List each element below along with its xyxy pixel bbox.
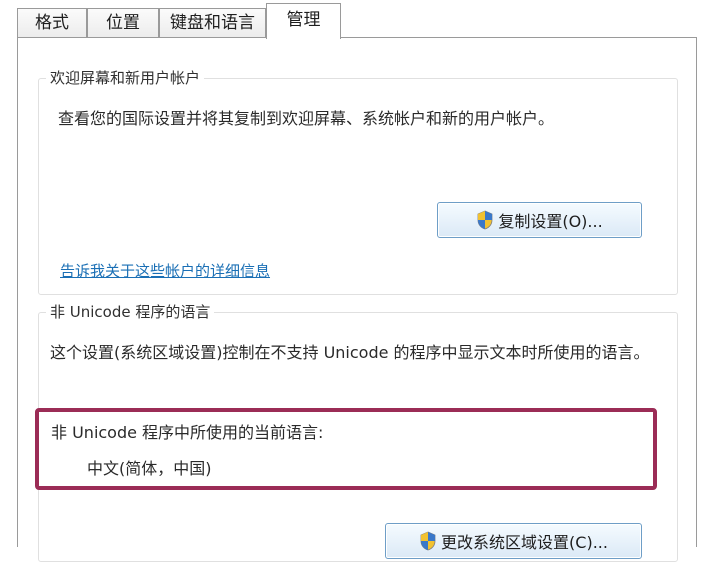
change-system-locale-button[interactable]: 更改系统区域设置(C)... [385, 523, 642, 559]
uac-shield-icon [420, 531, 436, 551]
tab-administrative[interactable]: 管理 [266, 3, 341, 39]
current-language-label: 非 Unicode 程序中所使用的当前语言: [51, 423, 324, 442]
copy-settings-label: 复制设置(O)... [498, 212, 603, 231]
nonunicode-group-description: 这个设置(系统区域设置)控制在不支持 Unicode 的程序中显示文本时所使用的… [50, 343, 650, 362]
tab-strip: 格式 位置 键盘和语言 管理 [17, 0, 697, 39]
tab-panel-administrative: 欢迎屏幕和新用户帐户 查看您的国际设置并将其复制到欢迎屏幕、系统帐户和新的用户帐… [17, 37, 697, 562]
uac-shield-icon [477, 210, 493, 230]
account-info-link[interactable]: 告诉我关于这些帐户的详细信息 [60, 261, 270, 281]
welcome-screen-group: 欢迎屏幕和新用户帐户 查看您的国际设置并将其复制到欢迎屏幕、系统帐户和新的用户帐… [38, 68, 678, 295]
nonunicode-language-group: 非 Unicode 程序的语言 这个设置(系统区域设置)控制在不支持 Unico… [35, 302, 678, 562]
nonunicode-group-title: 非 Unicode 程序的语言 [46, 302, 215, 322]
welcome-group-title: 欢迎屏幕和新用户帐户 [46, 68, 205, 88]
tab-keyboards-languages[interactable]: 键盘和语言 [159, 8, 266, 37]
welcome-group-description: 查看您的国际设置并将其复制到欢迎屏幕、系统帐户和新的用户帐户。 [58, 109, 555, 128]
current-language-value: 中文(简体，中国) [87, 459, 212, 478]
copy-settings-button[interactable]: 复制设置(O)... [437, 202, 642, 238]
tab-location[interactable]: 位置 [87, 8, 159, 37]
tab-formats[interactable]: 格式 [17, 8, 87, 37]
change-system-locale-label: 更改系统区域设置(C)... [441, 533, 608, 552]
